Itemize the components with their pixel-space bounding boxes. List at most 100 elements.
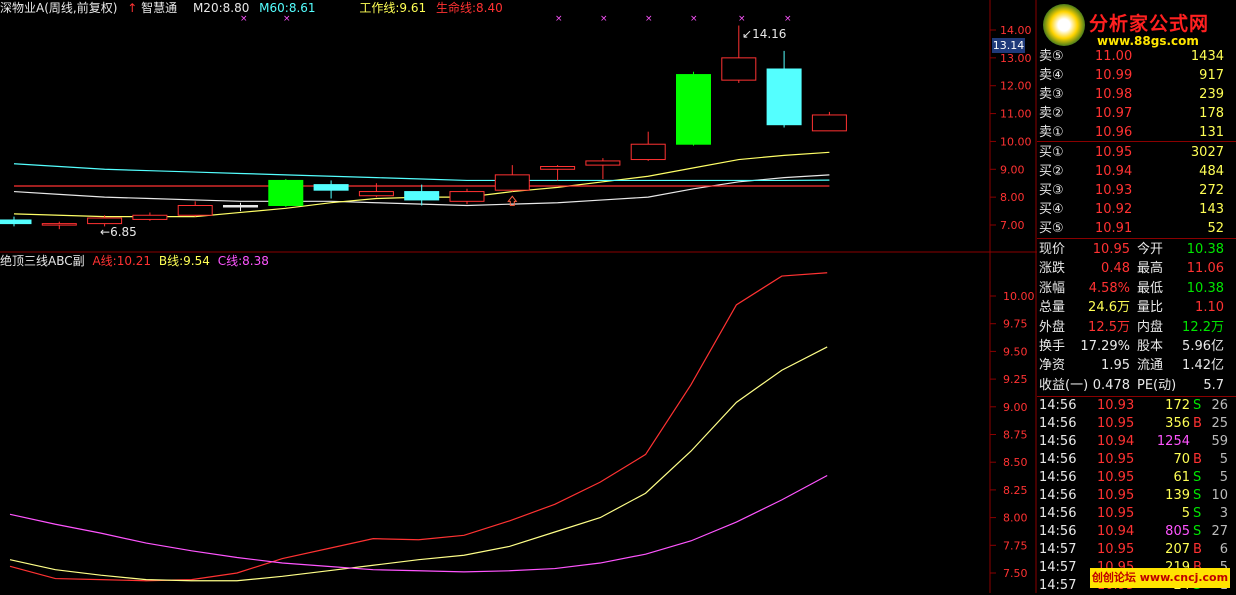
- panel-separator: [1037, 238, 1236, 239]
- ask-row[interactable]: 卖⑤ 11.00 1434: [1037, 48, 1230, 66]
- quote-value: 1.10: [1195, 300, 1224, 316]
- price-tick-label: 9.00: [1000, 163, 1025, 176]
- quote-value: 12.5万: [1088, 319, 1130, 335]
- bid-label: 买⑤: [1039, 221, 1064, 236]
- tag-label[interactable]: 智慧通: [141, 1, 177, 15]
- quote-row[interactable]: 现价 10.95 今开 10.38: [1037, 241, 1230, 259]
- quote-label: 量比: [1137, 300, 1164, 316]
- tick-volume: 356: [1165, 416, 1190, 431]
- indicator-tick-label: 8.75: [1003, 429, 1028, 442]
- candle-body: [313, 184, 349, 191]
- ask-row[interactable]: 卖② 10.97 178: [1037, 105, 1230, 123]
- marker-icon: ×: [784, 14, 792, 24]
- high-value: 14.16: [752, 27, 787, 41]
- quote-label: 今开: [1137, 242, 1164, 257]
- candle-body: [721, 57, 757, 81]
- ask-price: 10.99: [1095, 68, 1133, 83]
- price-tick-label: 14.00: [1000, 24, 1032, 37]
- tick-row[interactable]: 14:56 10.95 70 B 5: [1037, 451, 1230, 469]
- stock-title[interactable]: 深物业A(周线,前复权): [0, 1, 117, 15]
- ask-label: 卖②: [1039, 106, 1064, 121]
- a-line-label: A线:10.21: [92, 254, 152, 268]
- tick-time: 14:56: [1039, 488, 1077, 503]
- quote-row[interactable]: 外盘 12.5万 内盘 12.2万: [1037, 319, 1230, 337]
- quote-row[interactable]: 净资 1.95 流通 1.42亿: [1037, 357, 1230, 375]
- tick-count: 10: [1211, 488, 1228, 503]
- indicator-tick-label: 9.25: [1003, 373, 1028, 386]
- ma-line-工作线: [13, 151, 830, 218]
- quote-value: 24.6万: [1088, 300, 1130, 316]
- quote-value: 1.42亿: [1182, 358, 1224, 374]
- marker-icon: ×: [690, 14, 698, 24]
- tick-time: 14:57: [1039, 542, 1077, 557]
- work-line-label: 工作线:9.61: [359, 1, 427, 15]
- quote-row[interactable]: 总量 24.6万 量比 1.10: [1037, 299, 1230, 317]
- b-line-label: B线:9.54: [158, 254, 210, 268]
- ask-price: 10.96: [1095, 125, 1133, 140]
- quote-row[interactable]: 涨跌 0.48 最高 11.06: [1037, 260, 1230, 278]
- ask-row[interactable]: 卖① 10.96 131: [1037, 124, 1230, 142]
- ask-row[interactable]: 卖③ 10.98 239: [1037, 86, 1230, 104]
- bid-volume: 484: [1199, 164, 1224, 179]
- tick-volume: 61: [1173, 470, 1190, 485]
- tick-time: 14:57: [1039, 578, 1077, 593]
- quote-row[interactable]: 收益(一) 0.478 PE(动) 5.7: [1037, 377, 1230, 395]
- candle-body: [132, 214, 168, 220]
- tick-time: 14:56: [1039, 524, 1077, 539]
- bid-price: 10.93: [1095, 183, 1133, 198]
- tick-row[interactable]: 14:56 10.94 1254 59: [1037, 433, 1230, 451]
- ask-volume: 1434: [1190, 49, 1224, 64]
- tick-row[interactable]: 14:56 10.95 356 B 25: [1037, 415, 1230, 433]
- indicator-title[interactable]: 绝顶三线ABC副: [0, 254, 85, 268]
- tick-row[interactable]: 14:56 10.94 805 S 27: [1037, 523, 1230, 541]
- quote-row[interactable]: 换手 17.29% 股本 5.96亿: [1037, 338, 1230, 356]
- tick-price: 10.95: [1097, 506, 1135, 521]
- indicator-tick-label: 8.50: [1003, 456, 1028, 469]
- quote-label: PE(动): [1137, 377, 1177, 393]
- tick-side: B: [1193, 542, 1202, 557]
- tick-count: 5: [1219, 452, 1228, 467]
- tick-time: 14:56: [1039, 452, 1077, 467]
- tick-row[interactable]: 14:56 10.95 5 S 3: [1037, 505, 1230, 523]
- indicator-line-B线: [9, 346, 828, 582]
- quote-label: 最高: [1137, 261, 1164, 277]
- quote-label: 收益(一): [1039, 377, 1089, 393]
- tick-row[interactable]: 14:56 10.93 172 S 26: [1037, 397, 1230, 415]
- quote-value: 5.7: [1203, 377, 1224, 393]
- ask-row[interactable]: 卖④ 10.99 917: [1037, 67, 1230, 85]
- tick-volume: 805: [1165, 524, 1190, 539]
- chart-canvas[interactable]: 14.00 13.00 12.00 11.00 10.00 9.00 8.00 7.00 × × ×…: [0, 0, 1037, 593]
- candle-body: [0, 219, 32, 225]
- quote-value: 4.58%: [1088, 280, 1130, 296]
- main-chart-header: 深物业A(周线,前复权) ↑ 智慧通 M20:8.80 M60:8.61 工作线…: [0, 1, 503, 15]
- tick-row[interactable]: 14:56 10.95 139 S 10: [1037, 487, 1230, 505]
- tick-price: 10.94: [1097, 524, 1135, 539]
- indicator-tick-label: 10.00: [1003, 290, 1035, 303]
- quote-label: 内盘: [1137, 319, 1164, 335]
- quote-label: 涨幅: [1039, 280, 1066, 296]
- candle-body: [177, 205, 213, 216]
- quote-value: 1.95: [1101, 358, 1130, 374]
- bid-price: 10.92: [1095, 202, 1133, 217]
- bid-row[interactable]: 买① 10.95 3027: [1037, 144, 1230, 162]
- ask-volume: 178: [1199, 106, 1224, 121]
- tick-count: 59: [1211, 434, 1228, 449]
- candle-body: [766, 68, 802, 126]
- indicator-tick-label: 9.00: [1003, 401, 1028, 414]
- quote-label: 股本: [1137, 339, 1164, 354]
- tick-row[interactable]: 14:56 10.95 61 S 5: [1037, 469, 1230, 487]
- tick-side: S: [1193, 398, 1202, 413]
- quote-label: 涨跌: [1039, 261, 1066, 277]
- arrow-up-icon: ↑: [127, 1, 138, 15]
- tick-count: 5: [1219, 470, 1228, 485]
- bid-row[interactable]: 买② 10.94 484: [1037, 163, 1230, 181]
- bid-row[interactable]: 买④ 10.92 143: [1037, 201, 1230, 219]
- quote-label: 流通: [1137, 358, 1164, 374]
- price-tick-label: 8.00: [1000, 191, 1025, 204]
- bid-row[interactable]: 买③ 10.93 272: [1037, 182, 1230, 200]
- ask-label: 卖①: [1039, 125, 1064, 140]
- quote-row[interactable]: 涨幅 4.58% 最低 10.38: [1037, 280, 1230, 298]
- low-value: 6.85: [110, 225, 137, 239]
- tick-row[interactable]: 14:57 10.95 207 B 6: [1037, 541, 1230, 559]
- bid-row[interactable]: 买⑤ 10.91 52: [1037, 220, 1230, 238]
